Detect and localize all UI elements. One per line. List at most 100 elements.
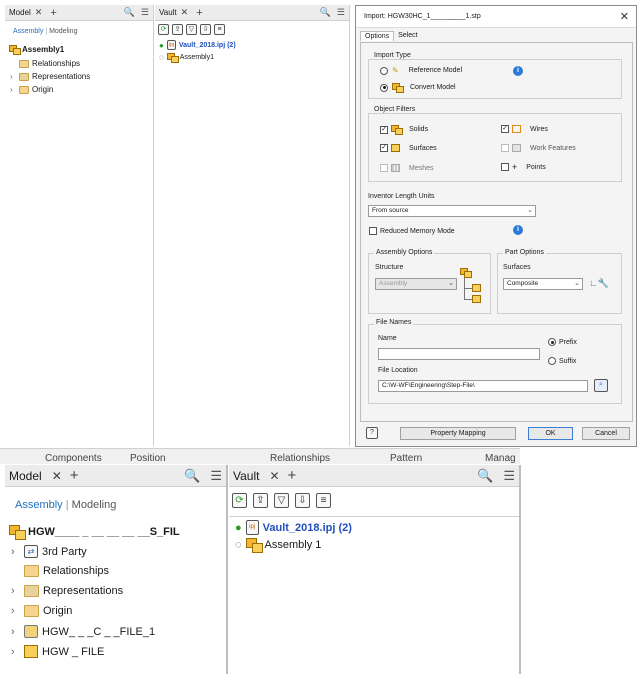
tab-model[interactable]: Model ✕ [5,469,66,483]
chevron-right-icon[interactable]: › [10,72,16,81]
name-field[interactable] [378,348,540,360]
suffix-option[interactable]: Suffix [548,357,576,365]
reduced-memory-option[interactable]: Reduced Memory Mode [369,227,455,235]
refresh-icon[interactable]: ⟳ [232,493,247,508]
vault-project-row[interactable]: ● ipj Vault_2018.ipj (2) [159,40,236,50]
tab-select[interactable]: Select [394,31,421,41]
surfaces-checkbox[interactable]: ✓ [380,144,388,152]
close-icon[interactable]: ✕ [269,469,279,483]
menu-icon[interactable]: ☰ [337,7,345,18]
refresh-icon[interactable]: ⟳ [158,24,169,35]
chevron-down-icon: ⌄ [527,207,533,214]
mode-assembly[interactable]: Assembly [15,499,63,511]
info-icon[interactable]: i [513,225,523,235]
tree-item-relationships[interactable]: Relationships [24,565,109,577]
tree-item-representations[interactable]: › Representations [11,585,123,597]
info-icon[interactable]: i [513,66,523,76]
points-filter[interactable]: + Points [501,162,546,172]
reference-model-option[interactable]: ✎ Reference Model [380,66,462,75]
local-file-icon: ◌ [159,53,164,62]
add-tab-icon[interactable]: + [46,7,60,19]
meshes-checkbox[interactable] [380,164,388,172]
chevron-right-icon[interactable]: › [11,585,20,597]
check-in-icon[interactable]: ⇪ [172,24,183,35]
search-icon[interactable]: 🔍 [184,468,200,484]
tree-item-origin[interactable]: › Origin [10,85,53,94]
mode-assembly[interactable]: Assembly [13,28,43,35]
mode-modeling[interactable]: Modeling [72,499,117,511]
vault-assembly-row[interactable]: ◌ Assembly 1 [235,538,321,553]
close-icon[interactable]: ✕ [35,7,43,18]
tree-item-representations[interactable]: › Representations [10,72,90,81]
work-features-icon [512,144,521,152]
reduced-memory-checkbox[interactable] [369,227,377,235]
suffix-radio[interactable] [548,357,556,365]
check-in-icon[interactable]: ⇪ [253,493,268,508]
file-location-field[interactable]: C:\W-WF\Engineering\Step-File\ [378,380,588,392]
surface-options-icon[interactable]: ∟🔧 [589,278,609,289]
list-icon[interactable]: ≡ [214,24,225,35]
list-icon[interactable]: ≡ [316,493,331,508]
convert-model-option[interactable]: Convert Model [380,83,456,93]
search-icon[interactable]: 🔍 [320,7,331,18]
length-units-select[interactable]: From source ⌄ [368,205,536,217]
tree-item-origin[interactable]: › Origin [11,605,72,617]
browse-folder-icon[interactable]: ⌕ [594,379,608,392]
work-features-filter[interactable]: Work Features [501,144,576,152]
filter-icon[interactable]: ▽ [186,24,197,35]
chevron-right-icon[interactable]: › [10,85,16,94]
mesh-icon [391,164,400,172]
check-out-icon[interactable]: ⇩ [295,493,310,508]
points-label: Points [526,163,546,171]
help-icon[interactable]: ? [366,427,378,439]
points-checkbox[interactable] [501,163,509,171]
chevron-right-icon[interactable]: › [11,605,20,617]
structure-select[interactable]: Assembly ⌄ [375,278,457,290]
convert-model-radio[interactable] [380,83,388,92]
work-features-checkbox[interactable] [501,144,509,152]
tab-vault[interactable]: Vault ✕ [155,7,192,18]
ok-button[interactable]: OK [528,427,573,440]
reference-model-radio[interactable] [380,66,388,75]
prefix-option[interactable]: Prefix [548,338,577,346]
prefix-radio[interactable] [548,338,556,346]
menu-icon[interactable]: ☰ [210,468,222,484]
add-tab-icon[interactable]: + [66,467,83,484]
vault-project-row[interactable]: ● ipj Vault_2018.ipj (2) [235,520,352,535]
property-mapping-button[interactable]: Property Mapping [400,427,516,440]
solids-filter[interactable]: ✓ Solids [380,125,428,135]
menu-icon[interactable]: ☰ [503,468,515,484]
wires-checkbox[interactable]: ✓ [501,125,509,133]
tree-item-part-1[interactable]: › HGW_ _ _C _ _FILE_1 [11,625,155,638]
tab-model[interactable]: Model ✕ [5,7,46,18]
tree-item-root-assembly[interactable]: HGW____ _ __ __ __ __S_FIL [9,525,180,540]
part-surfaces-select[interactable]: Composite ⌄ [503,278,583,290]
close-icon[interactable]: ✕ [620,10,629,23]
search-icon[interactable]: 🔍 [477,468,493,484]
prefix-label: Prefix [559,338,577,346]
wires-filter[interactable]: ✓ Wires [501,125,548,133]
close-icon[interactable]: ✕ [52,469,62,483]
close-icon[interactable]: ✕ [181,7,189,18]
filter-icon[interactable]: ▽ [274,493,289,508]
tab-options[interactable]: Options [360,31,395,41]
solids-checkbox[interactable]: ✓ [380,125,388,134]
chevron-right-icon[interactable]: › [11,646,20,658]
tree-item-3rd-party[interactable]: › ⇄ 3rd Party [11,545,87,558]
tree-item-relationships[interactable]: Relationships [19,59,80,68]
surfaces-filter[interactable]: ✓ Surfaces [380,144,437,152]
search-icon[interactable]: 🔍 [124,7,135,18]
check-out-icon[interactable]: ⇩ [200,24,211,35]
add-tab-icon[interactable]: + [192,7,206,19]
tab-vault[interactable]: Vault ✕ [229,469,284,483]
chevron-right-icon[interactable]: › [11,626,20,638]
meshes-filter[interactable]: Meshes [380,164,434,172]
chevron-right-icon[interactable]: › [11,546,20,558]
vault-assembly-row[interactable]: ◌ Assembly1 [159,53,214,63]
mode-modeling[interactable]: Modeling [49,28,77,35]
tree-item-part-2[interactable]: › HGW _ FILE [11,645,104,658]
tree-item-assembly1[interactable]: Assembly1 [9,45,64,55]
add-tab-icon[interactable]: + [284,467,301,484]
menu-icon[interactable]: ☰ [141,7,149,18]
cancel-button[interactable]: Cancel [582,427,630,440]
